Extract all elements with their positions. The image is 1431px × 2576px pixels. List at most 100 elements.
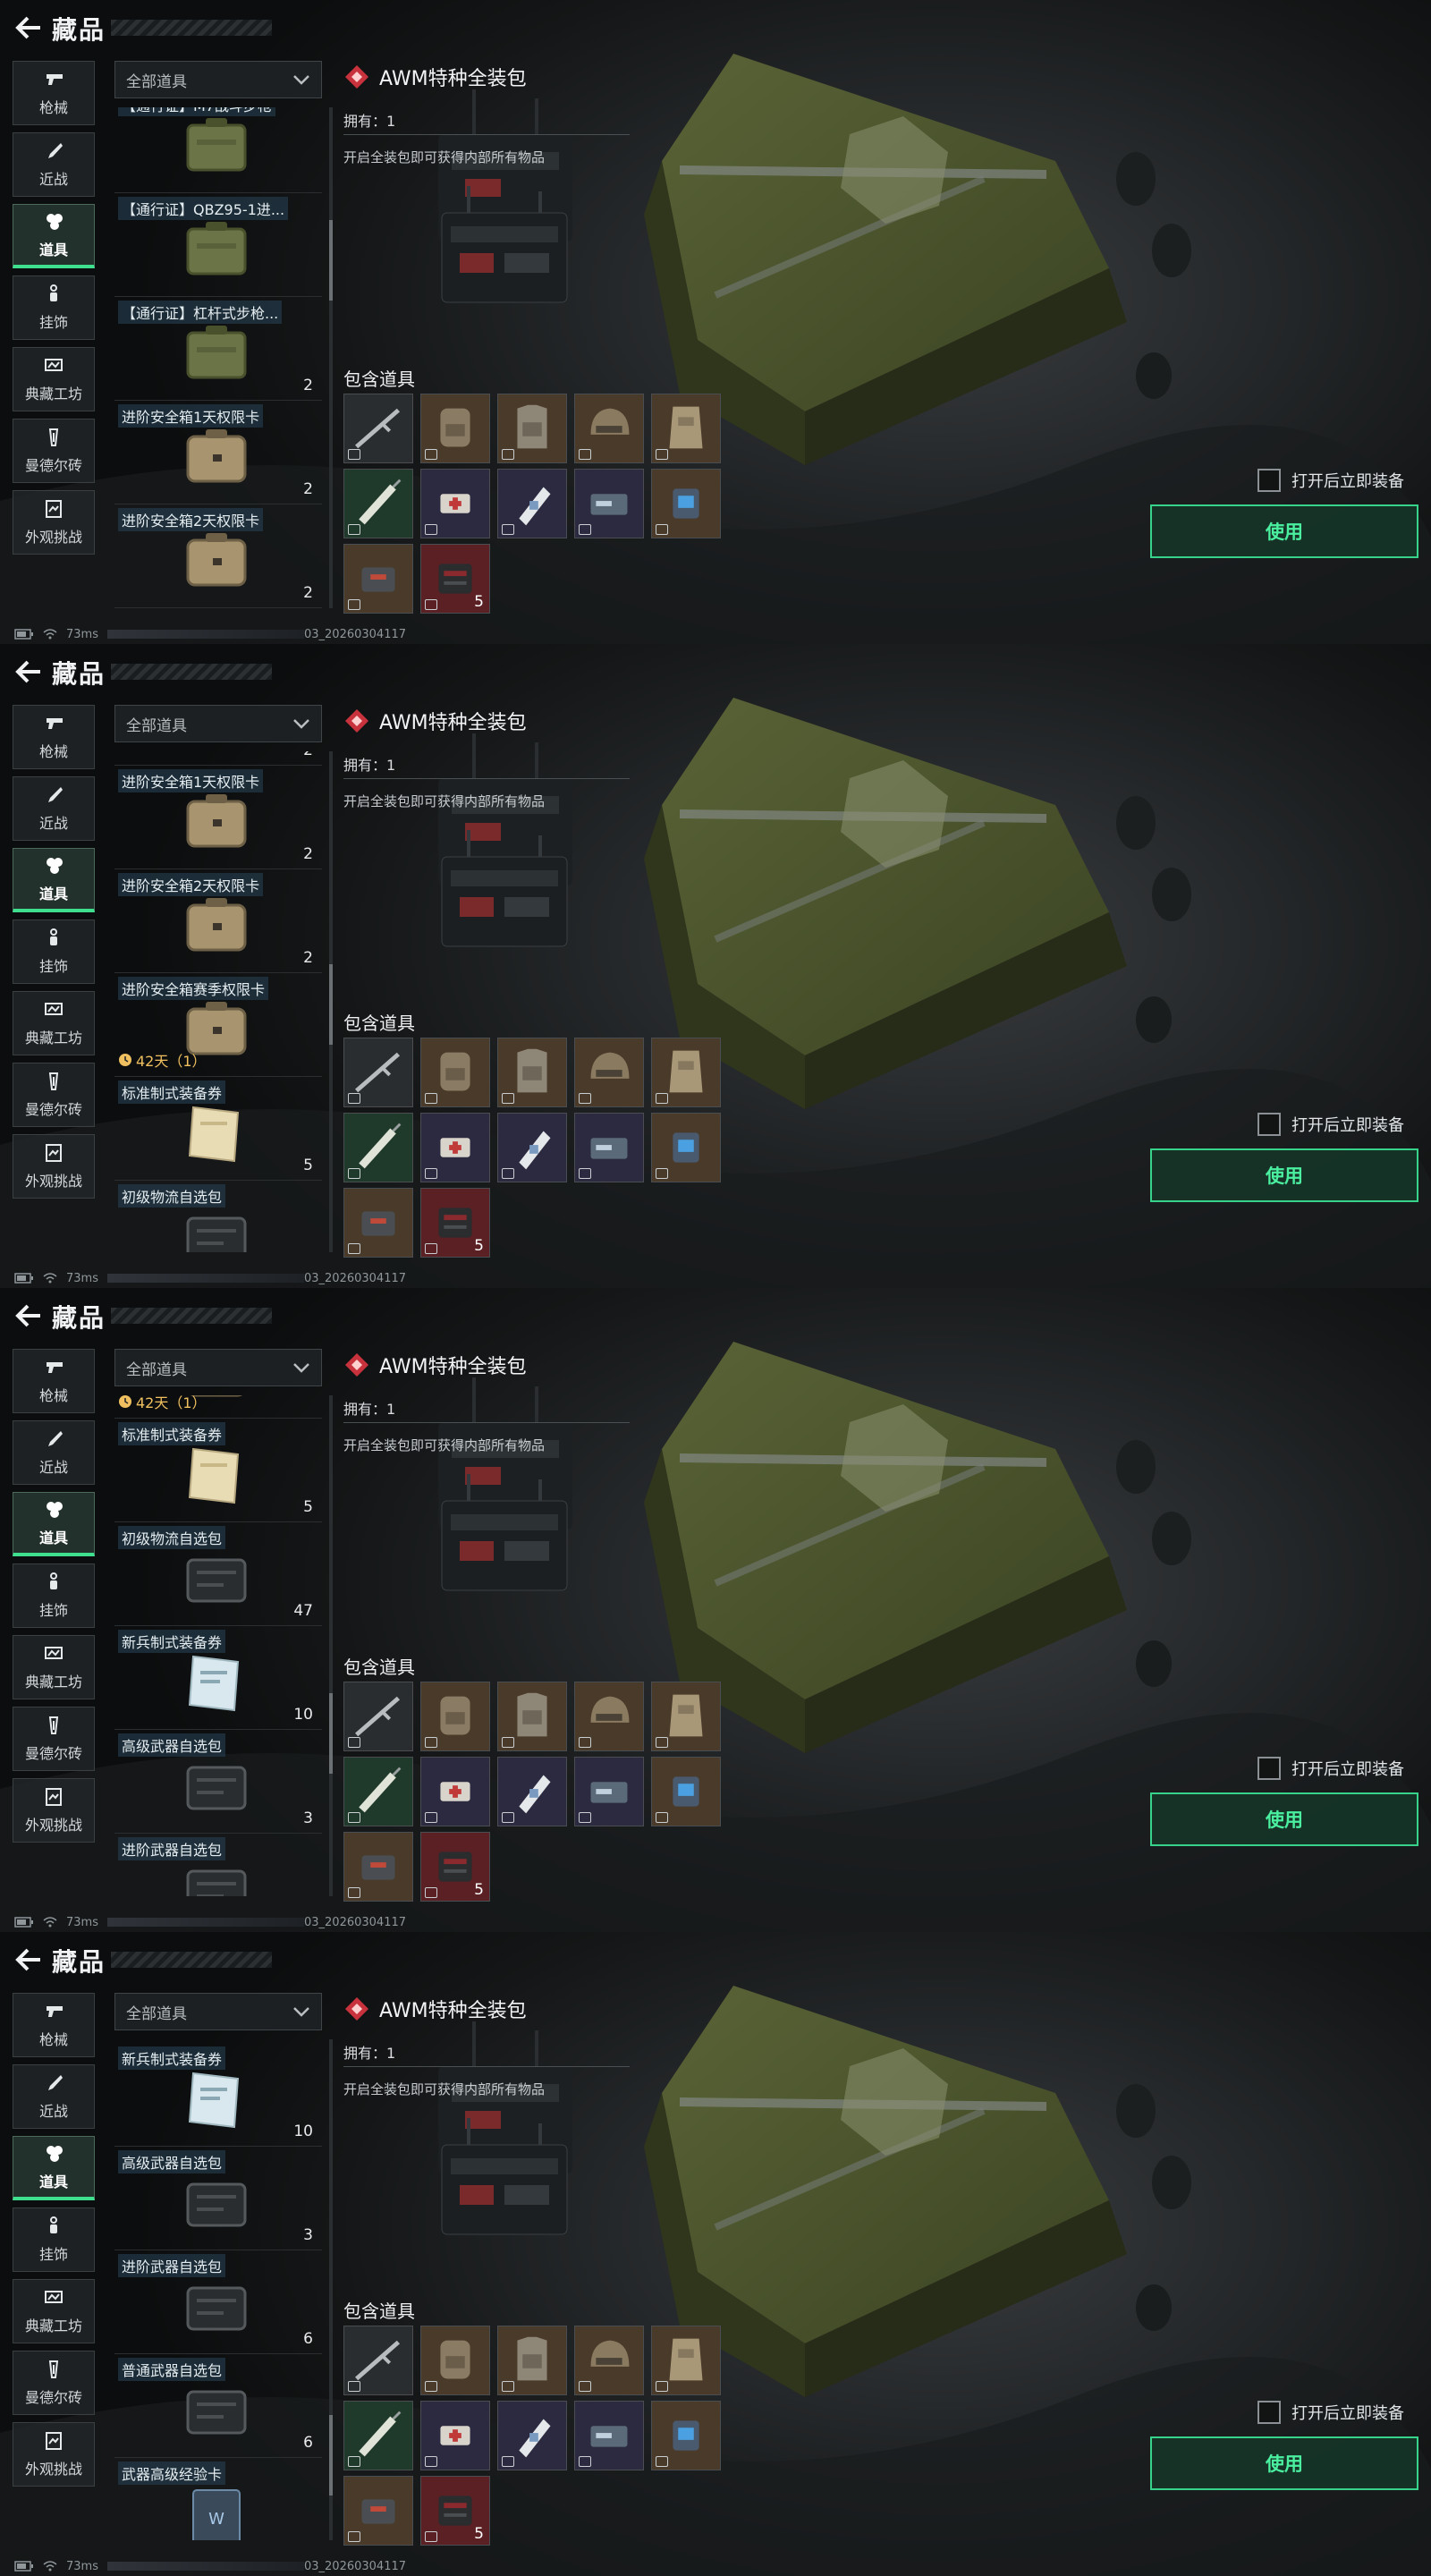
sidebar-item-5[interactable]: 典藏工坊 <box>13 2279 95 2343</box>
content-item-cell[interactable] <box>574 469 644 538</box>
filter-dropdown[interactable]: 全部道具 <box>114 61 322 98</box>
content-item-cell[interactable] <box>497 2326 567 2395</box>
sidebar-item-2[interactable]: 近战 <box>13 2064 95 2129</box>
filter-dropdown[interactable]: 全部道具 <box>114 1349 322 1386</box>
content-item-cell[interactable] <box>651 394 721 463</box>
sidebar-item-3[interactable]: 道具 <box>13 848 95 912</box>
list-item[interactable]: 进阶安全箱赛季权限卡42天（1） <box>114 1395 322 1419</box>
sidebar-item-7[interactable]: 外观挑战 <box>13 2422 95 2487</box>
open-equip-option[interactable]: 打开后立即装备 <box>1257 1113 1404 1136</box>
sidebar-item-4[interactable]: 挂饰 <box>13 1563 95 1628</box>
content-item-cell[interactable] <box>343 394 413 463</box>
list-item[interactable]: 初级物流自选包 <box>114 1181 322 1252</box>
content-item-cell[interactable] <box>420 469 490 538</box>
content-item-cell[interactable] <box>574 2326 644 2395</box>
sidebar-item-7[interactable]: 外观挑战 <box>13 1778 95 1843</box>
content-item-cell[interactable] <box>343 1188 413 1258</box>
content-item-cell[interactable] <box>497 394 567 463</box>
content-item-cell[interactable] <box>651 2401 721 2470</box>
sidebar-item-6[interactable]: 曼德尔砖 <box>13 1707 95 1771</box>
list-item[interactable]: 进阶安全箱2天权限卡2 <box>114 869 322 973</box>
item-list[interactable]: 进阶安全箱赛季权限卡42天（1）标准制式装备券5初级物流自选包47新兵制式装备券… <box>114 1395 326 1896</box>
open-equip-option[interactable]: 打开后立即装备 <box>1257 2401 1404 2424</box>
content-item-cell[interactable] <box>420 1038 490 1107</box>
content-item-cell[interactable] <box>420 1682 490 1751</box>
item-list[interactable]: 【通行证】M7战斗步枪【通行证】QBZ95-1进...【通行证】杠杆式步枪...… <box>114 107 326 608</box>
content-item-cell[interactable] <box>574 394 644 463</box>
sidebar-item-6[interactable]: 曼德尔砖 <box>13 2351 95 2415</box>
list-item[interactable]: 高级武器自选包 3 <box>114 1730 322 1834</box>
sidebar-item-1[interactable]: 枪械 <box>13 1349 95 1413</box>
content-item-cell[interactable]: 5 <box>420 2476 490 2546</box>
content-item-cell[interactable] <box>420 1113 490 1182</box>
content-item-cell[interactable] <box>343 469 413 538</box>
back-button[interactable] <box>13 13 45 43</box>
content-item-cell[interactable] <box>343 1682 413 1751</box>
content-item-cell[interactable] <box>497 1113 567 1182</box>
sidebar-item-4[interactable]: 挂饰 <box>13 2207 95 2272</box>
content-item-cell[interactable] <box>420 394 490 463</box>
list-item[interactable]: 进阶安全箱1天权限卡 2 <box>114 401 322 504</box>
sidebar-item-3[interactable]: 道具 <box>13 2136 95 2200</box>
filter-dropdown[interactable]: 全部道具 <box>114 1993 322 2030</box>
content-item-cell[interactable] <box>651 1682 721 1751</box>
list-item[interactable]: 新兵制式装备券 10 <box>114 1626 322 1730</box>
use-button[interactable]: 使用 <box>1150 504 1418 558</box>
open-equip-checkbox[interactable] <box>1257 469 1281 492</box>
list-scrollbar[interactable] <box>329 1395 333 1896</box>
list-item[interactable]: 高级武器自选包 3 <box>114 2147 322 2250</box>
content-item-cell[interactable] <box>497 2401 567 2470</box>
content-item-cell[interactable] <box>420 1757 490 1826</box>
content-item-cell[interactable] <box>343 544 413 614</box>
content-item-cell[interactable]: 5 <box>420 544 490 614</box>
list-item[interactable]: 进阶安全箱1天权限卡 2 <box>114 766 322 869</box>
sidebar-item-2[interactable]: 近战 <box>13 776 95 841</box>
list-item[interactable]: 进阶安全箱赛季权限卡42天（1） <box>114 973 322 1077</box>
sidebar-item-1[interactable]: 枪械 <box>13 61 95 125</box>
content-item-cell[interactable] <box>343 2401 413 2470</box>
scroll-thumb[interactable] <box>329 964 333 1045</box>
content-item-cell[interactable] <box>497 469 567 538</box>
content-item-cell[interactable] <box>651 2326 721 2395</box>
sidebar-item-1[interactable]: 枪械 <box>13 705 95 769</box>
list-item[interactable]: 新兵制式装备券 10 <box>114 2043 322 2147</box>
list-item[interactable]: 普通武器自选包 6 <box>114 2354 322 2458</box>
content-item-cell[interactable] <box>574 2401 644 2470</box>
content-item-cell[interactable]: 5 <box>420 1188 490 1258</box>
open-equip-checkbox[interactable] <box>1257 1757 1281 1780</box>
sidebar-item-1[interactable]: 枪械 <box>13 1993 95 2057</box>
sidebar-item-4[interactable]: 挂饰 <box>13 275 95 340</box>
list-scrollbar[interactable] <box>329 107 333 608</box>
scroll-thumb[interactable] <box>329 1692 333 1774</box>
sidebar-item-3[interactable]: 道具 <box>13 204 95 268</box>
open-equip-checkbox[interactable] <box>1257 2401 1281 2424</box>
content-item-cell[interactable] <box>651 1757 721 1826</box>
list-item[interactable]: 进阶安全箱2天权限卡2 <box>114 504 322 608</box>
content-item-cell[interactable] <box>343 2476 413 2546</box>
open-equip-option[interactable]: 打开后立即装备 <box>1257 469 1404 492</box>
sidebar-item-2[interactable]: 近战 <box>13 132 95 197</box>
sidebar-item-6[interactable]: 曼德尔砖 <box>13 419 95 483</box>
sidebar-item-6[interactable]: 曼德尔砖 <box>13 1063 95 1127</box>
content-item-cell[interactable] <box>343 1038 413 1107</box>
list-item[interactable]: 武器高级经验卡 W <box>114 2458 322 2540</box>
list-item[interactable]: 进阶安全箱2天权限卡2 <box>114 751 322 766</box>
sidebar-item-7[interactable]: 外观挑战 <box>13 490 95 555</box>
sidebar-item-5[interactable]: 典藏工坊 <box>13 1635 95 1699</box>
list-item[interactable]: 【通行证】杠杆式步枪... 2 <box>114 297 322 401</box>
list-item[interactable]: 标准制式装备券 5 <box>114 1419 322 1522</box>
list-item[interactable]: 初级物流自选包 47 <box>114 1522 322 1626</box>
list-item[interactable]: 【通行证】M7战斗步枪 <box>114 107 322 193</box>
list-item[interactable]: 进阶武器自选包 <box>114 1834 322 1896</box>
open-equip-option[interactable]: 打开后立即装备 <box>1257 1757 1404 1780</box>
sidebar-item-5[interactable]: 典藏工坊 <box>13 347 95 411</box>
scroll-thumb[interactable] <box>329 2415 333 2496</box>
item-list[interactable]: 进阶安全箱2天权限卡2进阶安全箱1天权限卡2进阶安全箱2天权限卡2进阶安全箱赛季… <box>114 751 326 1252</box>
list-scrollbar[interactable] <box>329 2039 333 2540</box>
content-item-cell[interactable] <box>497 1757 567 1826</box>
content-item-cell[interactable] <box>343 1113 413 1182</box>
back-button[interactable] <box>13 1301 45 1331</box>
list-scrollbar[interactable] <box>329 751 333 1252</box>
sidebar-item-4[interactable]: 挂饰 <box>13 919 95 984</box>
content-item-cell[interactable]: 5 <box>420 1832 490 1902</box>
